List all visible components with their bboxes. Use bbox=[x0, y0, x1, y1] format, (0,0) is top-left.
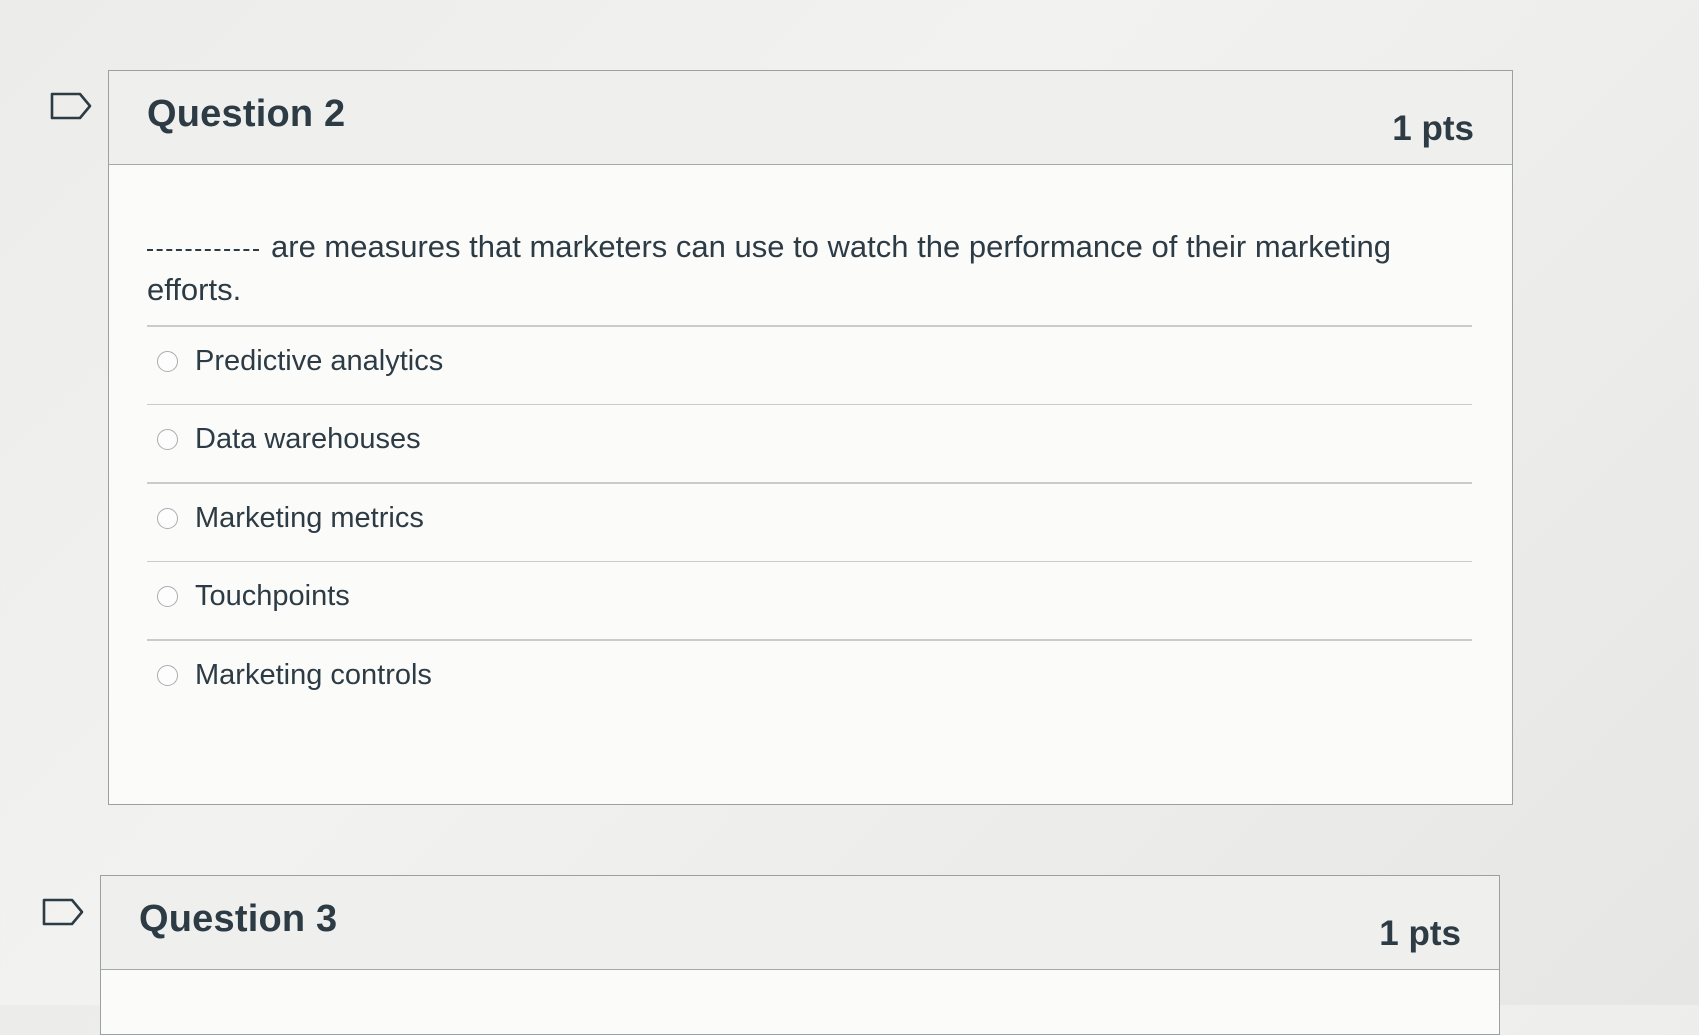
question-card-3: Question 3 1 pts bbox=[100, 875, 1500, 1035]
radio-unselected-icon[interactable] bbox=[157, 586, 178, 607]
flag-question-icon[interactable] bbox=[50, 92, 92, 120]
question-title: Question 2 bbox=[147, 93, 346, 135]
answer-label[interactable]: Touchpoints bbox=[195, 580, 350, 613]
answer-label[interactable]: Marketing controls bbox=[195, 659, 432, 692]
question-header: Question 3 1 pts bbox=[101, 876, 1499, 970]
radio-unselected-icon[interactable] bbox=[157, 664, 178, 686]
question-points: 1 pts bbox=[1392, 109, 1474, 148]
answer-option[interactable]: Predictive analytics bbox=[147, 327, 1472, 404]
question-prompt: are measures that marketers can use to w… bbox=[147, 225, 1447, 311]
answer-option[interactable]: Marketing metrics bbox=[147, 484, 1472, 561]
question-header: Question 2 1 pts bbox=[109, 71, 1512, 165]
question-points: 1 pts bbox=[1379, 914, 1461, 953]
flag-question-icon[interactable] bbox=[42, 898, 84, 926]
question-prompt-text: are measures that marketers can use to w… bbox=[147, 229, 1391, 307]
question-card-2: Question 2 1 pts are measures that marke… bbox=[108, 70, 1513, 805]
answer-option[interactable]: Touchpoints bbox=[147, 562, 1472, 639]
radio-unselected-icon[interactable] bbox=[157, 429, 178, 450]
answer-list: Predictive analytics Data warehouses Mar… bbox=[147, 325, 1472, 718]
answer-label[interactable]: Data warehouses bbox=[195, 423, 421, 456]
answer-label[interactable]: Marketing metrics bbox=[195, 502, 424, 535]
answer-label[interactable]: Predictive analytics bbox=[195, 345, 443, 378]
fill-in-blank bbox=[147, 249, 259, 251]
answer-option[interactable]: Marketing controls bbox=[147, 641, 1472, 718]
radio-unselected-icon[interactable] bbox=[157, 350, 178, 372]
question-title: Question 3 bbox=[139, 898, 338, 940]
radio-unselected-icon[interactable] bbox=[157, 507, 178, 529]
answer-option[interactable]: Data warehouses bbox=[147, 405, 1472, 482]
